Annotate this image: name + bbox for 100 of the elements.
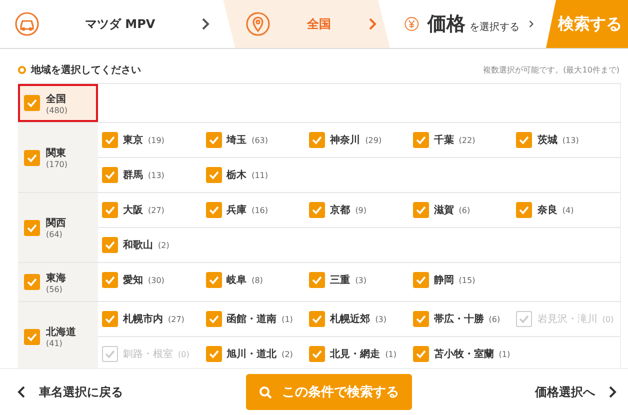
prefecture-name: 札幌市内 bbox=[123, 312, 163, 326]
checkbox[interactable] bbox=[102, 272, 118, 288]
search-icon bbox=[259, 386, 272, 398]
prefecture-name: 岐阜 bbox=[226, 274, 247, 287]
region-name: 関西 bbox=[46, 216, 66, 230]
section-title: 地域を選択してください bbox=[31, 64, 141, 77]
chevron-right-icon bbox=[607, 385, 618, 399]
region-option[interactable]: 北海道 (41) bbox=[18, 302, 98, 368]
checkbox[interactable] bbox=[102, 237, 118, 253]
map-pin-icon bbox=[245, 11, 272, 37]
checkbox[interactable] bbox=[24, 328, 40, 344]
checkbox[interactable] bbox=[102, 167, 118, 183]
checkbox[interactable] bbox=[309, 132, 326, 148]
checkbox[interactable] bbox=[206, 132, 222, 148]
prefecture-count: (27) bbox=[148, 206, 164, 214]
checkbox[interactable] bbox=[412, 311, 429, 327]
region-count: (41) bbox=[46, 339, 64, 348]
prefecture-count: (1) bbox=[282, 314, 293, 324]
region-option[interactable]: 東海 (56) bbox=[18, 263, 98, 301]
prefecture-name: 茨城 bbox=[537, 134, 558, 147]
prefecture-count: (9) bbox=[355, 206, 367, 214]
prefecture-count: (13) bbox=[562, 136, 579, 144]
checkbox[interactable] bbox=[309, 311, 326, 327]
prefecture-count: (63) bbox=[252, 136, 268, 144]
checkmark-icon bbox=[104, 239, 116, 251]
prefecture-count: (2) bbox=[158, 240, 170, 250]
checkmark-icon bbox=[518, 313, 530, 325]
prefecture-name: 愛知 bbox=[123, 274, 143, 287]
checkbox[interactable] bbox=[206, 311, 222, 327]
checkmark-icon bbox=[518, 204, 530, 216]
region-option[interactable]: 全国 (480) bbox=[18, 84, 98, 122]
checkmark-icon bbox=[311, 313, 324, 325]
prefecture-name: 三重 bbox=[330, 274, 350, 287]
chevron-right-icon bbox=[367, 17, 378, 31]
prefecture-name: 函館・道南 bbox=[226, 312, 277, 326]
checkbox[interactable] bbox=[102, 311, 118, 327]
checkmark-icon bbox=[414, 204, 427, 216]
region-name: 関東 bbox=[46, 146, 67, 160]
checkmark-icon bbox=[104, 348, 116, 360]
checkbox[interactable] bbox=[412, 132, 429, 148]
prefecture-count: (0) bbox=[178, 350, 190, 358]
checkmark-icon bbox=[26, 152, 38, 164]
checkmark-icon bbox=[208, 313, 220, 325]
checkbox[interactable] bbox=[412, 202, 429, 218]
prefecture-name: 栃木 bbox=[226, 168, 247, 182]
prefecture-name: 札幌近郊 bbox=[330, 312, 370, 326]
checkbox[interactable] bbox=[206, 272, 222, 288]
back-link[interactable]: 車名選択に戻る bbox=[16, 384, 123, 400]
checkmark-icon bbox=[104, 134, 116, 146]
step-tab[interactable]: マツダ MPV bbox=[0, 0, 224, 48]
checkbox[interactable] bbox=[412, 346, 429, 362]
checkmark-icon bbox=[208, 134, 220, 146]
checkmark-icon bbox=[104, 204, 116, 216]
prefecture-count: (3) bbox=[355, 276, 367, 284]
checkmark-icon bbox=[518, 134, 530, 146]
prefecture-name: 群馬 bbox=[123, 168, 143, 182]
checkbox[interactable] bbox=[206, 167, 222, 183]
chevron-right-icon bbox=[200, 17, 212, 31]
prefecture-name: 静岡 bbox=[434, 274, 454, 287]
prefecture-count: (19) bbox=[148, 136, 164, 144]
checkbox[interactable] bbox=[309, 346, 326, 362]
prefecture-name: 岩見沢・滝川 bbox=[537, 312, 598, 326]
checkmark-icon bbox=[414, 348, 427, 360]
checkmark-icon bbox=[104, 169, 116, 181]
prefecture-name: 帯広・十勝 bbox=[434, 312, 484, 326]
region-count: (56) bbox=[46, 284, 64, 294]
prefecture-count: (15) bbox=[458, 276, 476, 284]
checkbox[interactable] bbox=[102, 132, 118, 148]
checkmark-icon bbox=[208, 348, 220, 360]
checkbox[interactable] bbox=[24, 274, 40, 290]
checkbox[interactable] bbox=[102, 202, 118, 218]
checkbox[interactable] bbox=[516, 132, 532, 148]
checkmark-icon bbox=[208, 204, 220, 216]
region-option[interactable]: 関西 (64) bbox=[18, 193, 98, 262]
checkmark-icon bbox=[311, 348, 324, 360]
checkmark-icon bbox=[26, 330, 38, 342]
hint-text: 複数選択が可能です。(最大10件まで) bbox=[484, 65, 620, 76]
checkbox[interactable] bbox=[412, 272, 429, 288]
checkbox[interactable] bbox=[24, 95, 40, 111]
step-tab[interactable]: 価格 を選択する bbox=[390, 0, 546, 48]
prefecture-count: (0) bbox=[602, 314, 614, 324]
checkbox[interactable] bbox=[309, 202, 326, 218]
checkbox[interactable] bbox=[516, 202, 532, 218]
checkbox[interactable] bbox=[309, 272, 326, 288]
prefecture-count: (13) bbox=[148, 170, 164, 180]
region-count: (64) bbox=[46, 230, 64, 239]
checkmark-icon bbox=[311, 274, 324, 286]
chevron-left-icon bbox=[16, 385, 27, 399]
checkmark-icon bbox=[311, 134, 324, 146]
prefecture-count: (6) bbox=[488, 314, 500, 324]
region-option[interactable]: 関東 (170) bbox=[18, 123, 98, 192]
checkmark-icon bbox=[414, 134, 427, 146]
prefecture-count: (6) bbox=[458, 206, 470, 214]
next-link[interactable]: 価格選択へ bbox=[535, 384, 618, 400]
checkbox[interactable] bbox=[206, 202, 222, 218]
checkbox[interactable] bbox=[24, 220, 40, 236]
checkbox[interactable] bbox=[24, 150, 40, 166]
checkbox[interactable] bbox=[206, 346, 222, 362]
prefecture-name: 千葉 bbox=[434, 134, 454, 147]
checkmark-icon bbox=[208, 169, 220, 181]
